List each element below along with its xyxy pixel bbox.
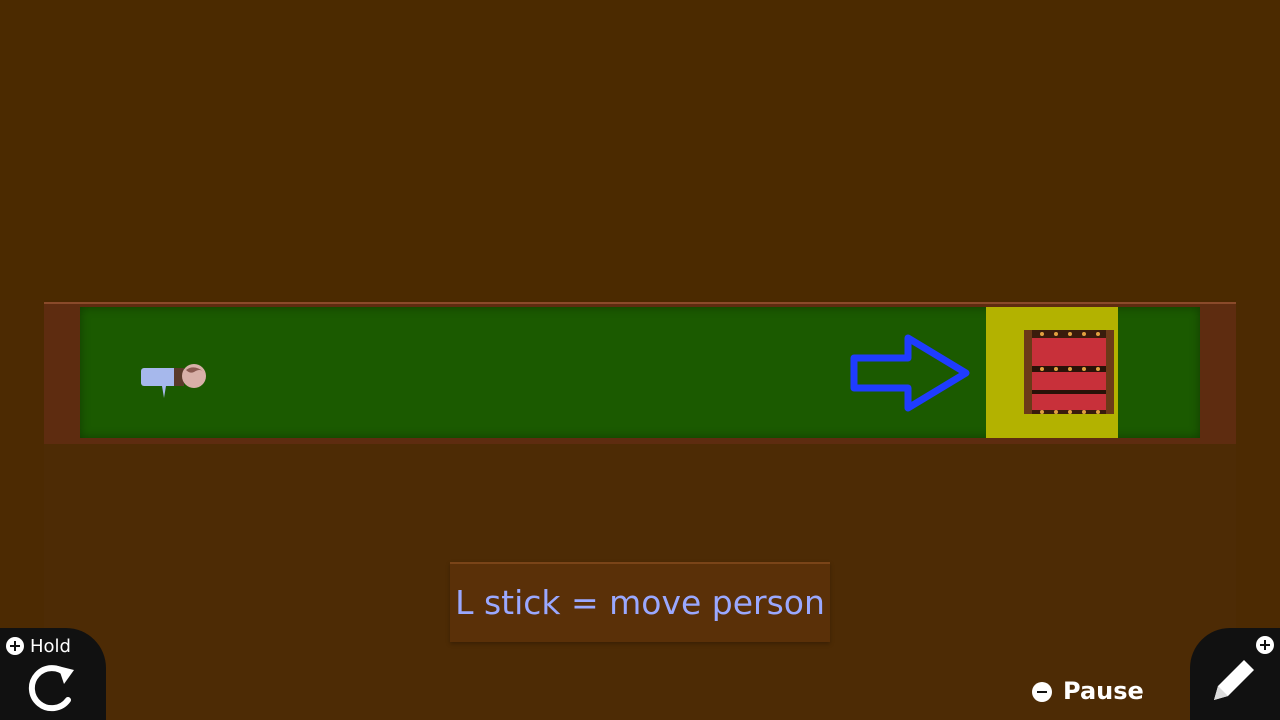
control-hint: L stick = move person	[450, 562, 830, 642]
person[interactable]	[138, 360, 210, 402]
control-hint-text: L stick = move person	[455, 583, 825, 622]
plus-button-icon	[6, 637, 24, 655]
minus-button-icon	[1032, 682, 1052, 702]
back-wall	[0, 0, 1280, 300]
pause-button[interactable]: Pause	[1063, 677, 1144, 705]
right-arrow-icon	[850, 334, 970, 412]
hold-label: Hold	[30, 636, 71, 657]
treasure-chest	[1024, 330, 1114, 414]
pencil-icon	[1214, 660, 1254, 700]
rotate-icon	[28, 665, 74, 712]
plus-button-icon	[1256, 636, 1274, 654]
